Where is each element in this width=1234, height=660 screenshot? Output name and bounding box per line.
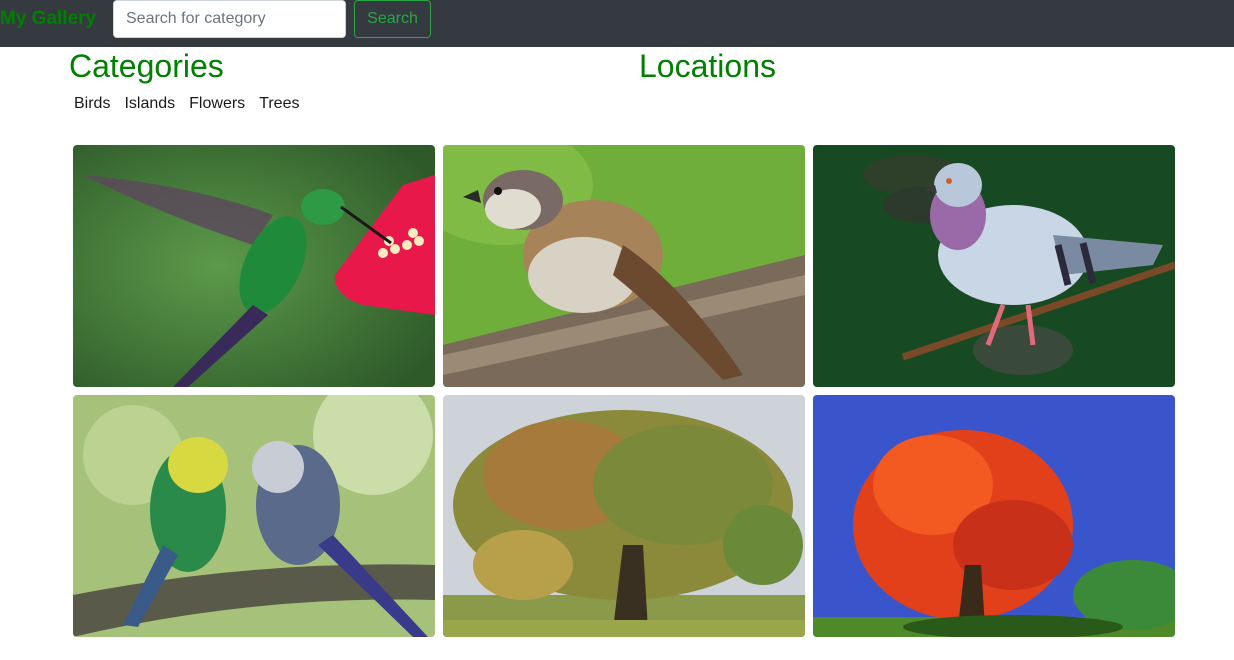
brand-link[interactable]: My Gallery bbox=[0, 8, 96, 30]
category-link-trees[interactable]: Trees bbox=[259, 95, 299, 113]
category-link-birds[interactable]: Birds bbox=[74, 95, 110, 113]
categories-heading: Categories bbox=[69, 48, 224, 84]
search-button[interactable]: Search bbox=[354, 0, 431, 38]
oak-tree-image bbox=[443, 395, 805, 637]
gallery-image-oak-tree[interactable] bbox=[443, 395, 805, 637]
hummingbird-image bbox=[73, 145, 435, 387]
budgies-image bbox=[73, 395, 435, 637]
navbar: My Gallery Search bbox=[0, 0, 1234, 47]
gallery-image-sparrow[interactable] bbox=[443, 145, 805, 387]
gallery-image-hummingbird[interactable] bbox=[73, 145, 435, 387]
category-link-flowers[interactable]: Flowers bbox=[189, 95, 245, 113]
category-link-islands[interactable]: Islands bbox=[124, 95, 175, 113]
red-maple-tree-image bbox=[813, 395, 1175, 637]
pigeon-image bbox=[813, 145, 1175, 387]
sparrow-image bbox=[443, 145, 805, 387]
category-list: Birds Islands Flowers Trees bbox=[74, 95, 313, 113]
gallery-image-red-maple-tree[interactable] bbox=[813, 395, 1175, 637]
gallery-image-pigeon[interactable] bbox=[813, 145, 1175, 387]
gallery-image-budgies[interactable] bbox=[73, 395, 435, 637]
search-input[interactable] bbox=[113, 0, 346, 38]
locations-heading: Locations bbox=[639, 48, 776, 84]
